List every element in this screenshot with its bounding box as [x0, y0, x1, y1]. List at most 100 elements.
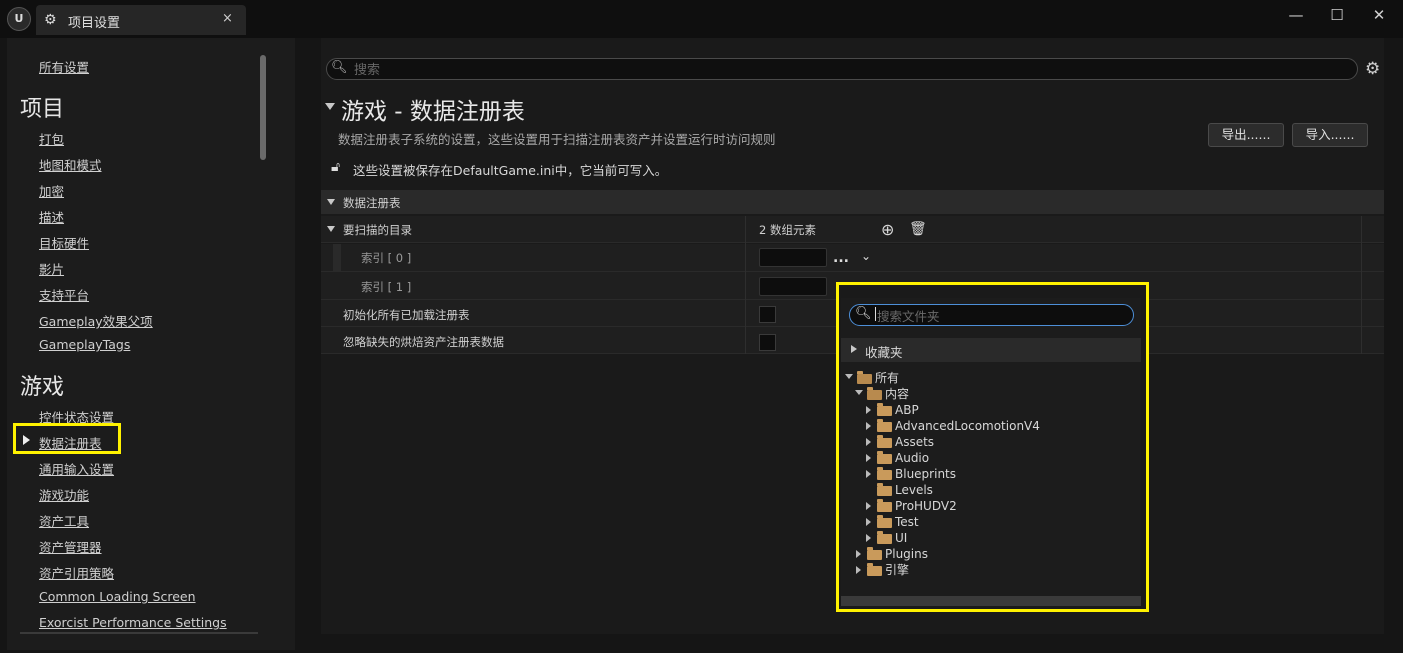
folder-icon [877, 499, 892, 512]
close-window-button[interactable]: ✕ [1369, 6, 1389, 24]
tree-item-folder[interactable]: Blueprints [895, 466, 956, 482]
settings-tab-icon: ⚙ [44, 12, 57, 28]
chevron-down-icon[interactable]: ⌄ [861, 249, 871, 263]
search-icon: 🔍︎ [331, 60, 348, 75]
selected-arrow-icon [23, 435, 30, 445]
init-all-label: 初始化所有已加载注册表 [343, 308, 470, 322]
unlock-icon: 🔓︎ [331, 159, 341, 175]
tree-item-folder[interactable]: AdvancedLocomotionV4 [895, 418, 1040, 434]
trash-icon[interactable]: 🗑︎ [909, 221, 927, 237]
maximize-button[interactable]: ☐ [1327, 6, 1347, 24]
row-index-0 [321, 244, 1384, 272]
ignore-missing-label: 忽略缺失的烘焙资产注册表数据 [343, 335, 504, 349]
sidebar-item-common-input[interactable]: 通用输入设置 [39, 459, 114, 478]
scan-dirs-collapse-icon[interactable] [327, 226, 335, 232]
folder-icon [877, 483, 892, 496]
tab-close-icon[interactable]: × [222, 11, 233, 26]
sidebar-item-common-loading-screen[interactable]: Common Loading Screen [39, 589, 196, 604]
tree-item-folder[interactable]: ProHUDV2 [895, 498, 957, 514]
folder-icon [877, 419, 892, 432]
tree-item-folder[interactable]: ABP [895, 402, 919, 418]
expand-all-icon[interactable] [845, 374, 853, 379]
sidebar-item-supported-platforms[interactable]: 支持平台 [39, 285, 89, 304]
folder-search-placeholder: 搜索文件夹 [877, 309, 940, 324]
sidebar-item-asset-manager[interactable]: 资产管理器 [39, 537, 102, 556]
export-button[interactable]: 导出...... [1208, 123, 1284, 147]
sidebar-item-data-registry[interactable]: 数据注册表 [39, 433, 102, 452]
expand-icon[interactable] [866, 406, 871, 414]
config-save-note: 这些设置被保存在DefaultGame.ini中，它当前可写入。 [353, 163, 668, 178]
scan-dirs-count: 2 数组元素 [759, 223, 816, 237]
sidebar-item-game-features[interactable]: 游戏功能 [39, 485, 89, 504]
sidebar-section-project: 项目 [20, 97, 65, 122]
text-caret [875, 307, 876, 321]
minimize-button[interactable]: — [1286, 6, 1306, 24]
folder-icon [867, 547, 882, 560]
tree-item-folder[interactable]: Audio [895, 450, 929, 466]
page-title: 游戏 - 数据注册表 [341, 99, 525, 125]
expand-icon[interactable] [856, 550, 861, 558]
expand-icon[interactable] [866, 422, 871, 430]
expand-icon[interactable] [866, 438, 871, 446]
index-0-path-field[interactable] [759, 248, 827, 267]
tree-item-folder[interactable]: Levels [895, 482, 933, 498]
sidebar-item-all-settings[interactable]: 所有设置 [39, 57, 89, 76]
sidebar-hscroll[interactable] [20, 632, 258, 634]
expand-icon[interactable] [866, 454, 871, 462]
sidebar-item-encryption[interactable]: 加密 [39, 181, 64, 200]
sidebar-item-asset-reference-policy[interactable]: 资产引用策略 [39, 563, 114, 582]
category-collapse-icon[interactable] [327, 199, 335, 205]
column-divider[interactable] [745, 216, 746, 354]
tree-item-content[interactable]: 内容 [885, 386, 909, 402]
tree-item-folder[interactable]: UI [895, 530, 907, 546]
import-button[interactable]: 导入...... [1292, 123, 1368, 147]
gear-icon[interactable]: ⚙ [1365, 59, 1380, 79]
folder-icon [877, 451, 892, 464]
search-icon: 🔍︎ [855, 306, 872, 321]
folder-icon [877, 515, 892, 528]
expand-icon[interactable] [866, 470, 871, 478]
folder-icon [867, 563, 882, 576]
index-1-label: 索引 [ 1 ] [361, 280, 412, 294]
page-description: 数据注册表子系统的设置，这些设置用于扫描注册表资产并设置运行时访问规则 [338, 132, 776, 147]
expand-icon[interactable] [866, 534, 871, 542]
favorites-expand-icon[interactable] [851, 345, 857, 353]
column-divider-right [1361, 216, 1362, 354]
tab-title: 项目设置 [68, 16, 121, 31]
index-0-label: 索引 [ 0 ] [361, 251, 412, 265]
tree-item-folder[interactable]: Assets [895, 434, 934, 450]
folder-open-icon [857, 371, 872, 384]
folder-icon [877, 435, 892, 448]
settings-search-input[interactable] [326, 58, 1358, 80]
sidebar-item-maps-modes[interactable]: 地图和模式 [39, 155, 102, 174]
folder-picker-hscroll[interactable] [841, 596, 1141, 606]
collapse-arrow-icon[interactable] [325, 103, 335, 110]
sidebar-scrollbar[interactable] [260, 55, 266, 160]
tree-item-engine[interactable]: 引擎 [885, 562, 909, 578]
index-1-path-field[interactable] [759, 277, 827, 296]
tree-item-folder[interactable]: Test [895, 514, 919, 530]
sidebar-item-exorcist-performance[interactable]: Exorcist Performance Settings [39, 615, 227, 630]
expand-icon[interactable] [856, 566, 861, 574]
sidebar-item-gameplay-tags[interactable]: GameplayTags [39, 337, 130, 352]
scan-dirs-label: 要扫描的目录 [343, 223, 412, 237]
sidebar-item-gameplay-effects-parent[interactable]: Gameplay效果父项 [39, 311, 153, 330]
browse-ellipsis-button[interactable]: ... [833, 250, 849, 266]
expand-icon[interactable] [866, 518, 871, 526]
expand-content-icon[interactable] [855, 390, 863, 395]
category-header[interactable] [321, 190, 1384, 214]
sidebar-item-movies[interactable]: 影片 [39, 259, 64, 278]
sidebar-section-game: 游戏 [20, 375, 65, 400]
tree-item-all[interactable]: 所有 [875, 370, 899, 386]
folder-icon [877, 531, 892, 544]
sidebar-item-description[interactable]: 描述 [39, 207, 64, 226]
unreal-logo-icon[interactable]: U [7, 7, 31, 31]
expand-icon[interactable] [866, 502, 871, 510]
ignore-missing-checkbox[interactable] [759, 334, 776, 351]
add-element-icon[interactable]: ⊕ [881, 220, 894, 239]
sidebar-item-packaging[interactable]: 打包 [39, 129, 64, 148]
sidebar-item-asset-tools[interactable]: 资产工具 [39, 511, 89, 530]
sidebar-item-target-hardware[interactable]: 目标硬件 [39, 233, 89, 252]
init-all-checkbox[interactable] [759, 306, 776, 323]
tree-item-plugins[interactable]: Plugins [885, 546, 928, 562]
